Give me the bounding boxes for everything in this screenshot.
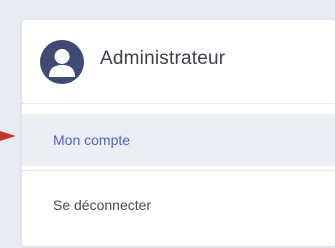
- menu-item-my-account[interactable]: Mon compte: [22, 114, 335, 166]
- user-header: Administrateur: [22, 20, 335, 104]
- menu-divider: [22, 170, 335, 171]
- user-dropdown-menu: Administrateur Mon compte Se déconnecter: [22, 20, 335, 246]
- user-avatar-icon: [40, 40, 84, 84]
- menu-item-logout[interactable]: Se déconnecter: [22, 181, 335, 229]
- user-name: Administrateur: [100, 48, 226, 69]
- red-arrow-icon: [0, 131, 16, 141]
